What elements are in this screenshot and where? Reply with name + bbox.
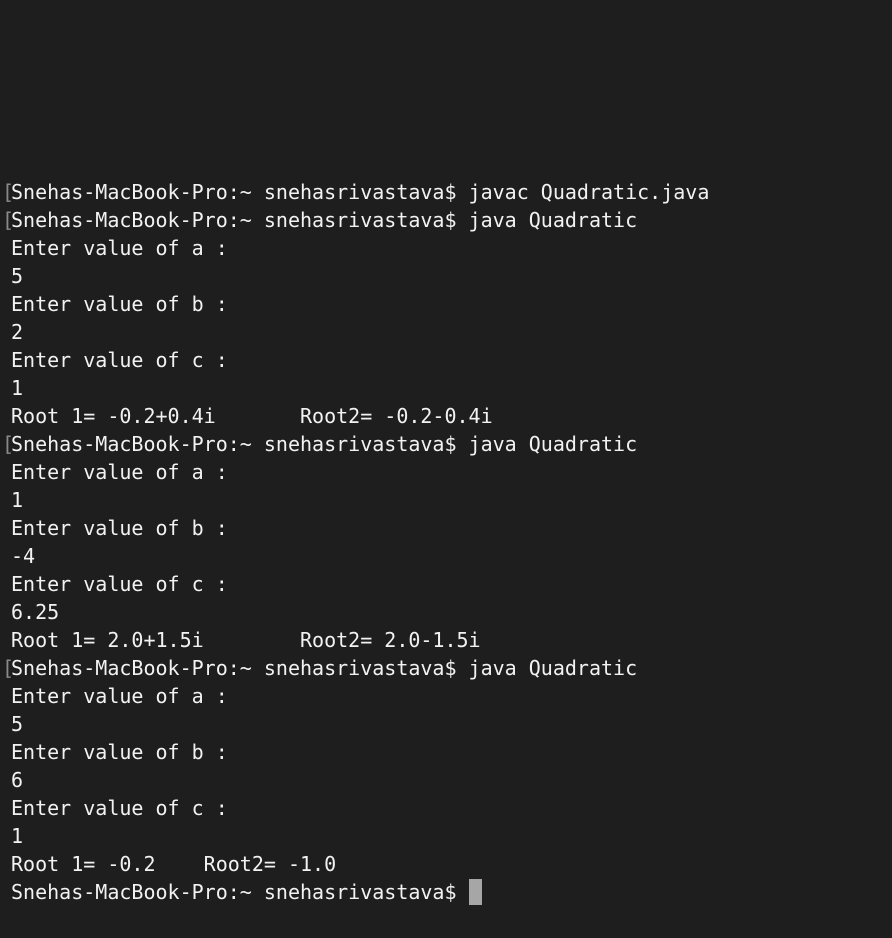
output-line: Enter value of c : bbox=[0, 570, 892, 598]
line-text: 6 bbox=[11, 768, 24, 792]
current-prompt: Snehas-MacBook-Pro:~ snehasrivastava$ bbox=[11, 880, 469, 904]
line-text: Enter value of b : bbox=[11, 292, 228, 316]
line-text: Snehas-MacBook-Pro:~ snehasrivastava$ ja… bbox=[11, 208, 638, 232]
line-text: 1 bbox=[11, 488, 24, 512]
line-text: Enter value of a : bbox=[11, 684, 228, 708]
output-line: Enter value of b : bbox=[0, 738, 892, 766]
input-line: 6.25 bbox=[0, 598, 892, 626]
line-text: Snehas-MacBook-Pro:~ snehasrivastava$ ja… bbox=[11, 432, 638, 456]
input-line: 5 bbox=[0, 262, 892, 290]
line-text: 6.25 bbox=[11, 600, 60, 624]
line-text: Enter value of c : bbox=[11, 348, 228, 372]
line-text: Enter value of a : bbox=[11, 460, 228, 484]
line-text: 1 bbox=[11, 824, 24, 848]
input-line: 1 bbox=[0, 822, 892, 850]
input-line: 2 bbox=[0, 318, 892, 346]
output-line: Enter value of c : bbox=[0, 346, 892, 374]
output-line: Enter value of a : bbox=[0, 458, 892, 486]
input-line: 1 bbox=[0, 374, 892, 402]
line-text: Snehas-MacBook-Pro:~ snehasrivastava$ ja… bbox=[11, 656, 638, 680]
line-text: Root 1= -0.2 Root2= -1.0 bbox=[11, 852, 337, 876]
line-text: 2 bbox=[11, 320, 24, 344]
text-cursor bbox=[468, 878, 482, 905]
line-text: Enter value of b : bbox=[11, 516, 228, 540]
line-mark-bracket: [ bbox=[2, 432, 15, 456]
line-text: -4 bbox=[11, 544, 36, 568]
current-prompt-line[interactable]: Snehas-MacBook-Pro:~ snehasrivastava$ bbox=[0, 878, 892, 906]
output-line: Enter value of c : bbox=[0, 794, 892, 822]
line-text: Snehas-MacBook-Pro:~ snehasrivastava$ ja… bbox=[11, 180, 710, 204]
output-line: Root 1= -0.2+0.4i Root2= -0.2-0.4i bbox=[0, 402, 892, 430]
input-line: -4 bbox=[0, 542, 892, 570]
line-text: 5 bbox=[11, 264, 24, 288]
input-line: 1 bbox=[0, 486, 892, 514]
prompt-line: [Snehas-MacBook-Pro:~ snehasrivastava$ j… bbox=[0, 178, 892, 206]
output-line: Enter value of b : bbox=[0, 514, 892, 542]
line-text: Enter value of c : bbox=[11, 572, 228, 596]
terminal-window[interactable]: [Snehas-MacBook-Pro:~ snehasrivastava$ j… bbox=[0, 178, 892, 938]
line-text: Root 1= -0.2+0.4i Root2= -0.2-0.4i bbox=[11, 404, 493, 428]
line-text: Enter value of a : bbox=[11, 236, 228, 260]
line-text: 5 bbox=[11, 712, 24, 736]
line-text: 1 bbox=[11, 376, 24, 400]
prompt-line: [Snehas-MacBook-Pro:~ snehasrivastava$ j… bbox=[0, 206, 892, 234]
output-line: Enter value of b : bbox=[0, 290, 892, 318]
line-mark-bracket: [ bbox=[2, 208, 15, 232]
output-line: Root 1= 2.0+1.5i Root2= 2.0-1.5i bbox=[0, 626, 892, 654]
output-line: Root 1= -0.2 Root2= -1.0 bbox=[0, 850, 892, 878]
line-text: Enter value of c : bbox=[11, 796, 228, 820]
line-text: Enter value of b : bbox=[11, 740, 228, 764]
prompt-line: [Snehas-MacBook-Pro:~ snehasrivastava$ j… bbox=[0, 430, 892, 458]
input-line: 5 bbox=[0, 710, 892, 738]
terminal-output: [Snehas-MacBook-Pro:~ snehasrivastava$ j… bbox=[0, 178, 892, 878]
prompt-line: [Snehas-MacBook-Pro:~ snehasrivastava$ j… bbox=[0, 654, 892, 682]
output-line: Enter value of a : bbox=[0, 682, 892, 710]
output-line: Enter value of a : bbox=[0, 234, 892, 262]
line-text: Root 1= 2.0+1.5i Root2= 2.0-1.5i bbox=[11, 628, 481, 652]
input-line: 6 bbox=[0, 766, 892, 794]
line-mark-bracket: [ bbox=[2, 656, 15, 680]
line-mark-bracket: [ bbox=[2, 180, 15, 204]
